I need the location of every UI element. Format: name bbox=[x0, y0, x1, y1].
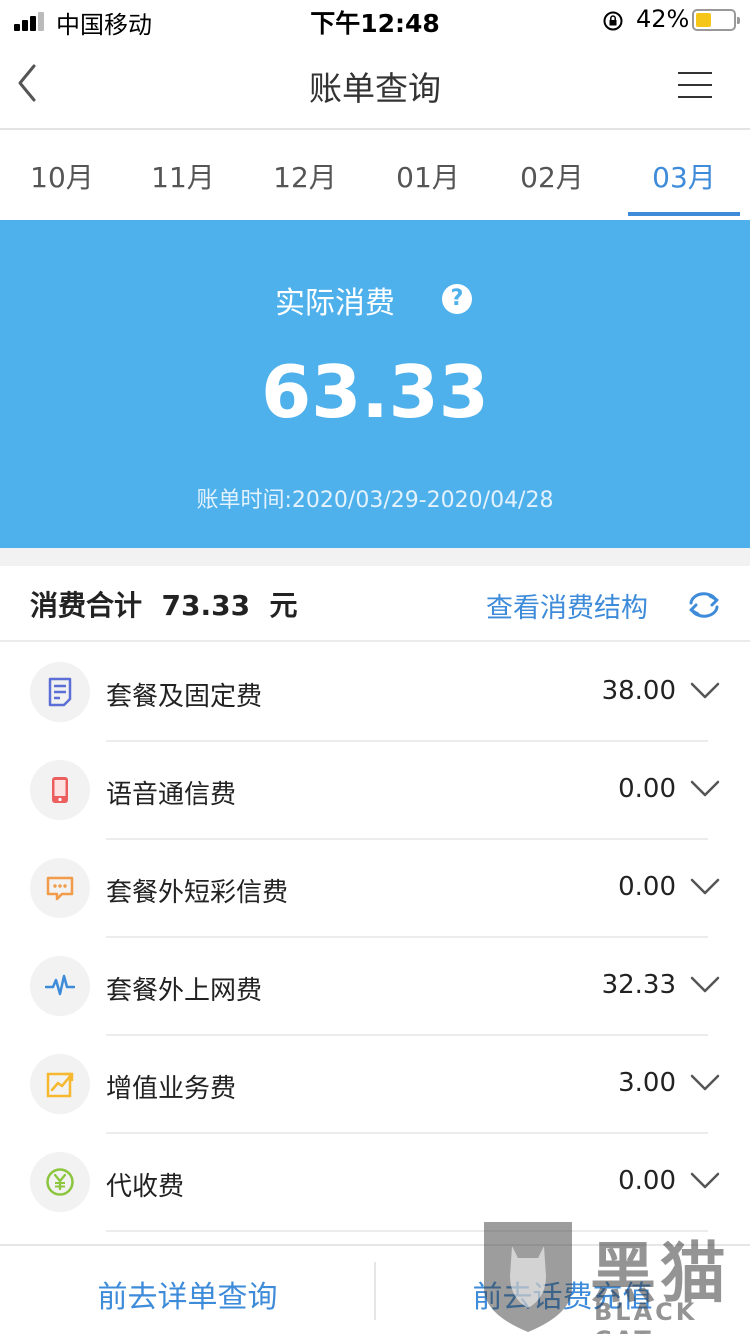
yuan-icon bbox=[30, 1152, 90, 1212]
fee-label: 套餐外短彩信费 bbox=[106, 878, 289, 908]
fee-row-sms[interactable]: 套餐外短彩信费 0.00 bbox=[0, 840, 750, 938]
section-gap bbox=[0, 548, 750, 566]
pulse-icon bbox=[30, 956, 90, 1016]
watermark-subtext: BLACK CAT bbox=[594, 1298, 698, 1334]
summary-banner: 实际消费 ? 63.33 账单时间:2020/03/29-2020/04/28 bbox=[0, 220, 750, 548]
phone-icon bbox=[30, 760, 90, 820]
chevron-down-icon[interactable] bbox=[690, 780, 720, 798]
totals-row: 消费合计 73.33 元 查看消费结构 bbox=[0, 566, 750, 642]
chart-growth-icon bbox=[30, 1054, 90, 1114]
fee-amount: 3.00 bbox=[618, 1068, 676, 1098]
tab-october[interactable]: 10月 bbox=[0, 156, 124, 196]
actual-spend-label: 实际消费 bbox=[275, 286, 395, 321]
chevron-down-icon[interactable] bbox=[690, 1074, 720, 1092]
fee-label: 增值业务费 bbox=[106, 1074, 237, 1104]
fee-amount: 38.00 bbox=[601, 676, 676, 706]
fee-row-package[interactable]: 套餐及固定费 38.00 bbox=[0, 644, 750, 742]
battery-percent: 42% bbox=[636, 5, 690, 33]
detail-query-button[interactable]: 前去详单查询 bbox=[0, 1272, 375, 1316]
menu-button[interactable] bbox=[676, 68, 716, 102]
document-icon bbox=[30, 662, 90, 722]
tab-january[interactable]: 01月 bbox=[366, 156, 490, 196]
rotation-lock-icon bbox=[603, 11, 623, 31]
tab-february[interactable]: 02月 bbox=[490, 156, 614, 196]
month-tabs: 10月 11月 12月 01月 02月 03月 bbox=[0, 132, 750, 220]
active-tab-indicator bbox=[628, 212, 740, 216]
battery-icon bbox=[692, 9, 740, 31]
fee-label: 语音通信费 bbox=[106, 780, 237, 810]
watermark: 黑猫 BLACK CAT bbox=[478, 1218, 750, 1334]
black-cat-logo-icon bbox=[484, 1222, 572, 1332]
chevron-down-icon[interactable] bbox=[690, 878, 720, 896]
fee-amount: 32.33 bbox=[601, 970, 676, 1000]
message-icon bbox=[30, 858, 90, 918]
fee-amount: 0.00 bbox=[618, 872, 676, 902]
fee-label: 套餐外上网费 bbox=[106, 976, 263, 1006]
help-icon[interactable]: ? bbox=[442, 284, 472, 314]
fee-amount: 0.00 bbox=[618, 774, 676, 804]
fee-label: 代收费 bbox=[106, 1172, 185, 1202]
nav-bar: 账单查询 bbox=[0, 40, 750, 130]
tab-december[interactable]: 12月 bbox=[243, 156, 367, 196]
total-spend: 消费合计 73.33 元 bbox=[30, 589, 298, 622]
fee-row-data[interactable]: 套餐外上网费 32.33 bbox=[0, 938, 750, 1036]
chevron-down-icon[interactable] bbox=[690, 1172, 720, 1190]
fee-row-voice[interactable]: 语音通信费 0.00 bbox=[0, 742, 750, 840]
view-structure-link[interactable]: 查看消费结构 bbox=[486, 586, 648, 625]
fee-label: 套餐及固定费 bbox=[106, 682, 263, 712]
page-title: 账单查询 bbox=[309, 69, 441, 108]
tab-march[interactable]: 03月 bbox=[622, 156, 746, 196]
fee-row-value-added[interactable]: 增值业务费 3.00 bbox=[0, 1036, 750, 1134]
refresh-icon[interactable] bbox=[686, 588, 722, 622]
actual-spend-amount: 63.33 bbox=[261, 350, 489, 434]
billing-period: 账单时间:2020/03/29-2020/04/28 bbox=[196, 488, 554, 513]
fee-amount: 0.00 bbox=[618, 1166, 676, 1196]
chevron-down-icon[interactable] bbox=[690, 682, 720, 700]
status-bar: 中国移动 下午12:48 42% bbox=[0, 0, 750, 40]
tab-november[interactable]: 11月 bbox=[121, 156, 245, 196]
chevron-down-icon[interactable] bbox=[690, 976, 720, 994]
